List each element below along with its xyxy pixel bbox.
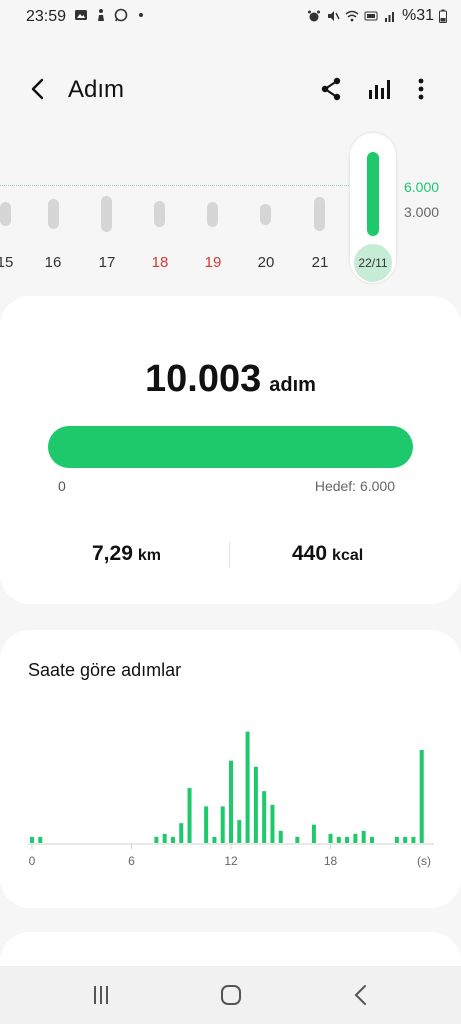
hourly-bar [237, 820, 242, 843]
hourly-bar [154, 836, 159, 843]
hourly-bar [187, 788, 192, 843]
status-bar: 23:59 %31 [0, 0, 461, 36]
back-arrow-icon[interactable] [24, 74, 52, 104]
page-title: Adım [68, 76, 125, 103]
wifi-icon [345, 10, 359, 22]
signal-icon [384, 12, 394, 22]
volte-icon [364, 11, 378, 21]
day-bar[interactable] [0, 202, 11, 226]
hourly-bar [245, 731, 250, 843]
hourly-bar [220, 806, 225, 843]
hourly-bar [278, 830, 283, 843]
calories-unit: kcal [332, 547, 364, 564]
whatsapp-icon [114, 8, 128, 22]
home-icon[interactable] [216, 982, 246, 1008]
hourly-bar [353, 833, 358, 843]
hourly-bar [311, 824, 316, 843]
alarm-icon [307, 10, 320, 22]
hourly-bar [403, 836, 408, 843]
day-label[interactable]: 20 [246, 254, 286, 271]
goal-label: Hedef: 6.000 [314, 478, 395, 494]
summary-card: 10.003 adım 0 Hedef: 6.000 7,29 km 440 kcal [0, 296, 461, 604]
x-tick-label: 6 [128, 854, 135, 868]
hourly-bar [212, 836, 217, 843]
x-tick-label: 12 [224, 854, 238, 868]
day-bar[interactable] [314, 197, 325, 231]
figure-icon [98, 9, 104, 21]
selected-day-label[interactable]: 22/11 [354, 244, 392, 282]
goal-dotted-line [0, 185, 355, 186]
app-header: Adım [0, 64, 461, 114]
hourly-bar [253, 766, 258, 843]
week-strip: 6.000 3.000 15 16 17 18 19 20 21 22/11 [0, 128, 461, 288]
hourly-bar [270, 804, 275, 843]
day-label[interactable]: 21 [300, 254, 340, 271]
hourly-steps-card[interactable]: Saate göre adımlar 0 6 12 18 (s) [0, 630, 461, 908]
hourly-bar [336, 836, 341, 843]
battery-text: %31 [401, 7, 434, 24]
back-nav-icon[interactable] [346, 982, 376, 1008]
hourly-bar [170, 836, 175, 843]
share-icon[interactable] [316, 74, 346, 104]
day-label[interactable]: 16 [33, 254, 73, 271]
day-label[interactable]: 17 [87, 254, 127, 271]
day-bar[interactable] [207, 201, 218, 227]
day-label[interactable]: 15 [0, 254, 25, 271]
gallery-icon [75, 10, 87, 20]
hourly-steps-chart: 0 6 12 18 (s) [28, 731, 434, 868]
system-nav-bar [0, 966, 461, 1024]
battery-icon [439, 9, 447, 23]
day-bar[interactable] [154, 201, 165, 227]
distance-value: 7,29 [92, 542, 133, 565]
hourly-bar [262, 791, 267, 843]
day-bar-selected[interactable] [367, 152, 379, 236]
hourly-bar [295, 836, 300, 843]
day-bar[interactable] [260, 203, 271, 225]
hourly-bar [38, 836, 43, 843]
progress-start-label: 0 [58, 478, 66, 494]
day-bar[interactable] [48, 199, 59, 229]
distance-unit: km [137, 547, 161, 564]
more-icon[interactable] [406, 74, 436, 104]
step-count-value: 10.003 [145, 358, 262, 400]
hourly-bar [394, 836, 399, 843]
x-axis-unit: (s) [417, 854, 431, 868]
calories-value: 440 [292, 542, 328, 565]
day-label-weekend[interactable]: 19 [193, 254, 233, 271]
dot-icon [139, 13, 143, 17]
hourly-bar [411, 836, 416, 843]
hourly-bar [229, 760, 233, 843]
bar-chart-icon[interactable] [364, 74, 394, 104]
stat-divider [229, 542, 230, 568]
goal-progress-bar [48, 426, 413, 468]
x-tick-label: 0 [29, 854, 36, 868]
x-tick-label: 18 [324, 854, 338, 868]
distance-stat: 7,29 km [92, 542, 161, 566]
hourly-bar [204, 806, 209, 843]
mute-icon [327, 11, 340, 21]
hourly-bar [328, 833, 333, 843]
hourly-bar [30, 836, 34, 843]
gridline-label-mid: 3.000 [404, 204, 440, 220]
hourly-bar [179, 823, 184, 843]
recent-apps-icon[interactable] [86, 982, 116, 1008]
gridline-label-goal: 6.000 [404, 179, 440, 195]
day-label-weekend[interactable]: 18 [140, 254, 180, 271]
status-time: 23:59 [26, 8, 67, 25]
hourly-bar [162, 833, 167, 843]
hourly-bar [345, 836, 350, 843]
hourly-bar [369, 836, 374, 843]
step-count: 10.003 adım [0, 358, 461, 401]
calories-stat: 440 kcal [292, 542, 363, 566]
hourly-bar [419, 749, 424, 843]
step-count-unit: adım [269, 374, 316, 396]
day-bar[interactable] [101, 196, 112, 232]
hourly-bar [361, 830, 366, 843]
